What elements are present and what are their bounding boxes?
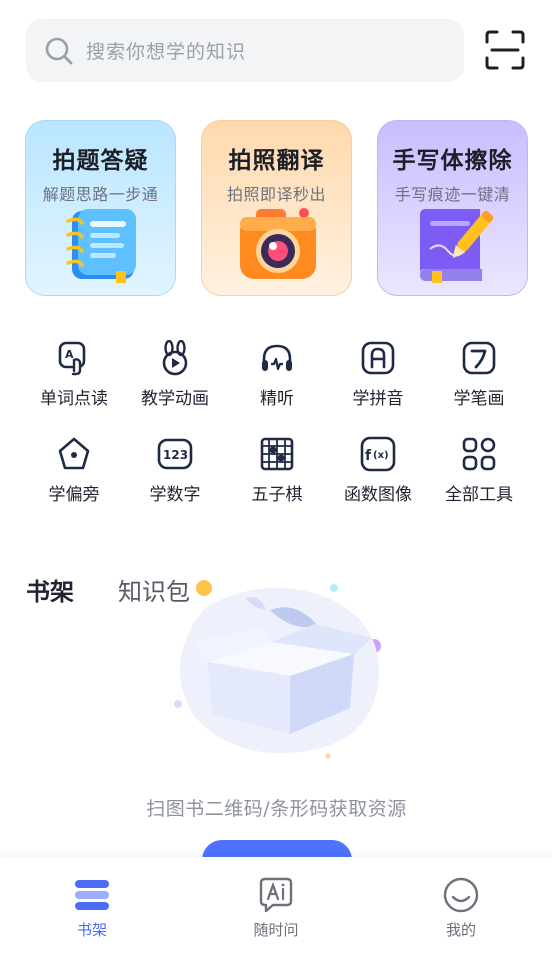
empty-state-text: 扫图书二维码/条形码获取资源 [146, 798, 407, 820]
tool-label: 精听 [260, 389, 294, 409]
tool-label: 函数图像 [344, 485, 412, 505]
scan-icon[interactable] [484, 29, 526, 71]
card-photo-translate[interactable]: 拍照翻译 拍照即译秒出 [201, 120, 352, 296]
notebook-icon [66, 209, 136, 283]
nav-label: 随时问 [253, 921, 299, 939]
tool-label: 单词点读 [40, 389, 108, 409]
tool-all-tools[interactable]: 全部工具 [427, 436, 531, 512]
card-handwriting-erase[interactable]: 手写体擦除 手写痕迹一键清 [377, 120, 528, 296]
tool-label: 学偏旁 [48, 485, 100, 505]
search-icon [45, 37, 73, 64]
tool-word-read[interactable]: A 单词点读 [22, 340, 126, 416]
card-subtitle: 拍照即译秒出 [226, 185, 326, 204]
tool-animation[interactable]: 教学动画 [123, 340, 227, 416]
nav-bookshelf[interactable]: 书架 [32, 857, 152, 953]
card-title: 拍题答疑 [52, 148, 149, 174]
card-subtitle: 手写痕迹一键清 [394, 185, 511, 204]
ai-chat-icon [259, 877, 293, 913]
camera-icon [240, 208, 316, 279]
function-icon: f (x) [360, 436, 396, 472]
svg-text:A: A [65, 348, 74, 361]
pinyin-icon [361, 341, 395, 375]
nav-label: 书架 [76, 921, 107, 939]
search-header: 搜索你想学的知识 [0, 0, 553, 104]
tab-bookshelf[interactable]: 书架 [26, 572, 80, 613]
tool-label: 学数字 [149, 485, 201, 505]
tool-label: 学笔画 [453, 389, 505, 409]
tool-label: 学拼音 [352, 389, 404, 409]
nav-mine[interactable]: 我的 [401, 857, 521, 953]
search-placeholder: 搜索你想学的知识 [86, 41, 247, 63]
tab-label: 书架 [26, 578, 74, 606]
all-tools-icon [462, 437, 496, 471]
tool-intensive-listening[interactable]: 精听 [225, 340, 329, 416]
svg-text:(x): (x) [373, 450, 389, 461]
tool-radicals[interactable]: 学偏旁 [22, 436, 126, 512]
tool-pinyin[interactable]: 学拼音 [326, 340, 430, 416]
tool-numbers[interactable]: 123 学数字 [123, 436, 227, 512]
tool-strokes[interactable]: 学笔画 [427, 340, 531, 416]
word-read-icon: A [58, 341, 86, 376]
tool-label: 全部工具 [445, 485, 513, 505]
tool-label: 五子棋 [251, 485, 303, 505]
search-input[interactable]: 搜索你想学的知识 [26, 19, 464, 82]
card-subtitle: 解题思路一步通 [42, 185, 159, 204]
profile-smile-icon [443, 877, 479, 913]
tool-label: 教学动画 [141, 389, 209, 409]
tool-function-graph[interactable]: f (x) 函数图像 [326, 436, 430, 512]
nav-ask-anytime[interactable]: 随时问 [216, 857, 336, 953]
nav-label: 我的 [445, 921, 476, 939]
tool-gomoku[interactable]: 五子棋 [225, 436, 329, 512]
stroke-icon [462, 341, 496, 375]
number-icon: 123 [157, 438, 193, 470]
bottom-nav: 书架 随时问 我的 [0, 857, 553, 953]
tools-grid: A 单词点读 教学动画 精听 学拼音 学笔画 学偏旁 123 学数字 五子棋 f… [22, 340, 534, 510]
svg-text:123: 123 [163, 448, 188, 462]
empty-box-illustration [174, 580, 381, 759]
radical-icon [58, 437, 90, 470]
book-pen-icon [420, 209, 494, 283]
feature-cards: 拍题答疑 解题思路一步通 拍照翻译 拍照即译秒出 手写体擦除 手写痕迹一键清 [25, 120, 529, 296]
headphone-icon [262, 344, 292, 371]
card-title: 拍照翻译 [228, 148, 325, 174]
card-title: 手写体擦除 [392, 148, 513, 174]
svg-text:f: f [365, 448, 372, 464]
bookshelf-icon [75, 880, 109, 910]
card-photo-question[interactable]: 拍题答疑 解题思路一步通 [25, 120, 176, 296]
gomoku-icon [260, 437, 294, 471]
animation-icon [162, 340, 188, 376]
